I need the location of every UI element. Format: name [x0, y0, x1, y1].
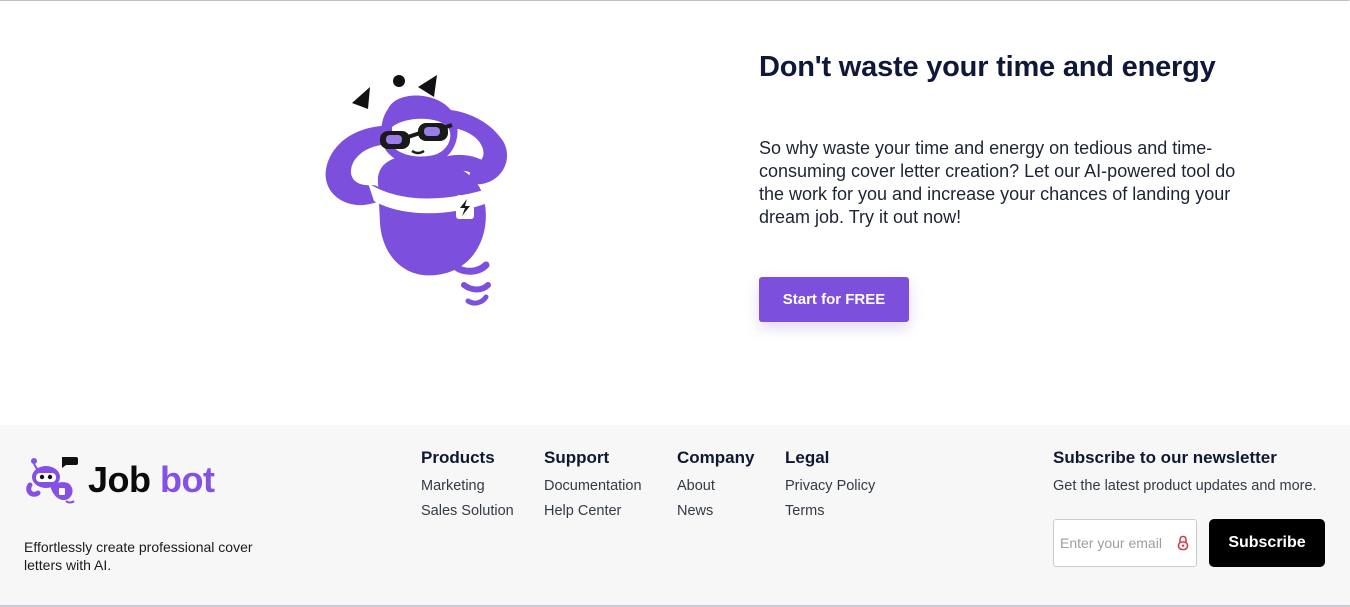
column-title: Company: [677, 448, 755, 467]
hero-description: So why waste your time and energy on ted…: [759, 138, 1236, 227]
footer-column-legal: Legal Privacy Policy Terms: [785, 448, 875, 519]
column-title: Support: [544, 448, 610, 467]
robot-logo-icon: [26, 457, 78, 504]
brand-logo[interactable]: Job bot: [26, 455, 215, 505]
column-title: Products: [421, 448, 495, 467]
email-field-container: [1053, 519, 1197, 567]
newsletter-title: Subscribe to our newsletter: [1053, 448, 1277, 467]
footer-link-about[interactable]: About: [677, 478, 754, 494]
newsletter-description: Get the latest product updates and more.: [1053, 478, 1317, 494]
footer-column-products: Products Marketing Sales Solution: [421, 448, 514, 519]
email-input[interactable]: [1054, 520, 1172, 566]
footer-link-news[interactable]: News: [677, 503, 754, 519]
relaxed-robot-illustration: [325, 75, 508, 306]
footer-column-support: Support Documentation Help Center: [544, 448, 642, 519]
footer-link-sales-solution[interactable]: Sales Solution: [421, 503, 514, 519]
brand-name: Job bot: [88, 459, 215, 501]
start-for-free-button[interactable]: Start for FREE: [759, 277, 909, 322]
column-title: Legal: [785, 448, 830, 467]
footer-link-terms[interactable]: Terms: [785, 503, 875, 519]
subscribe-button[interactable]: Subscribe: [1209, 519, 1325, 567]
brand-name-job: Job: [88, 459, 151, 500]
hero-section: Don't waste your time and energy So why …: [0, 1, 1350, 425]
password-manager-lock-icon[interactable]: [1177, 535, 1189, 551]
hero-heading: Don't waste your time and energy: [759, 51, 1216, 83]
footer-link-privacy-policy[interactable]: Privacy Policy: [785, 478, 875, 494]
brand-name-bot: bot: [160, 459, 215, 500]
footer-tagline: Effortlessly create professional cover l…: [24, 539, 253, 573]
footer-link-help-center[interactable]: Help Center: [544, 503, 642, 519]
footer-column-company: Company About News: [677, 448, 754, 519]
footer-link-documentation[interactable]: Documentation: [544, 478, 642, 494]
footer-link-marketing[interactable]: Marketing: [421, 478, 514, 494]
site-footer: Job bot Effortlessly create professional…: [0, 425, 1350, 607]
